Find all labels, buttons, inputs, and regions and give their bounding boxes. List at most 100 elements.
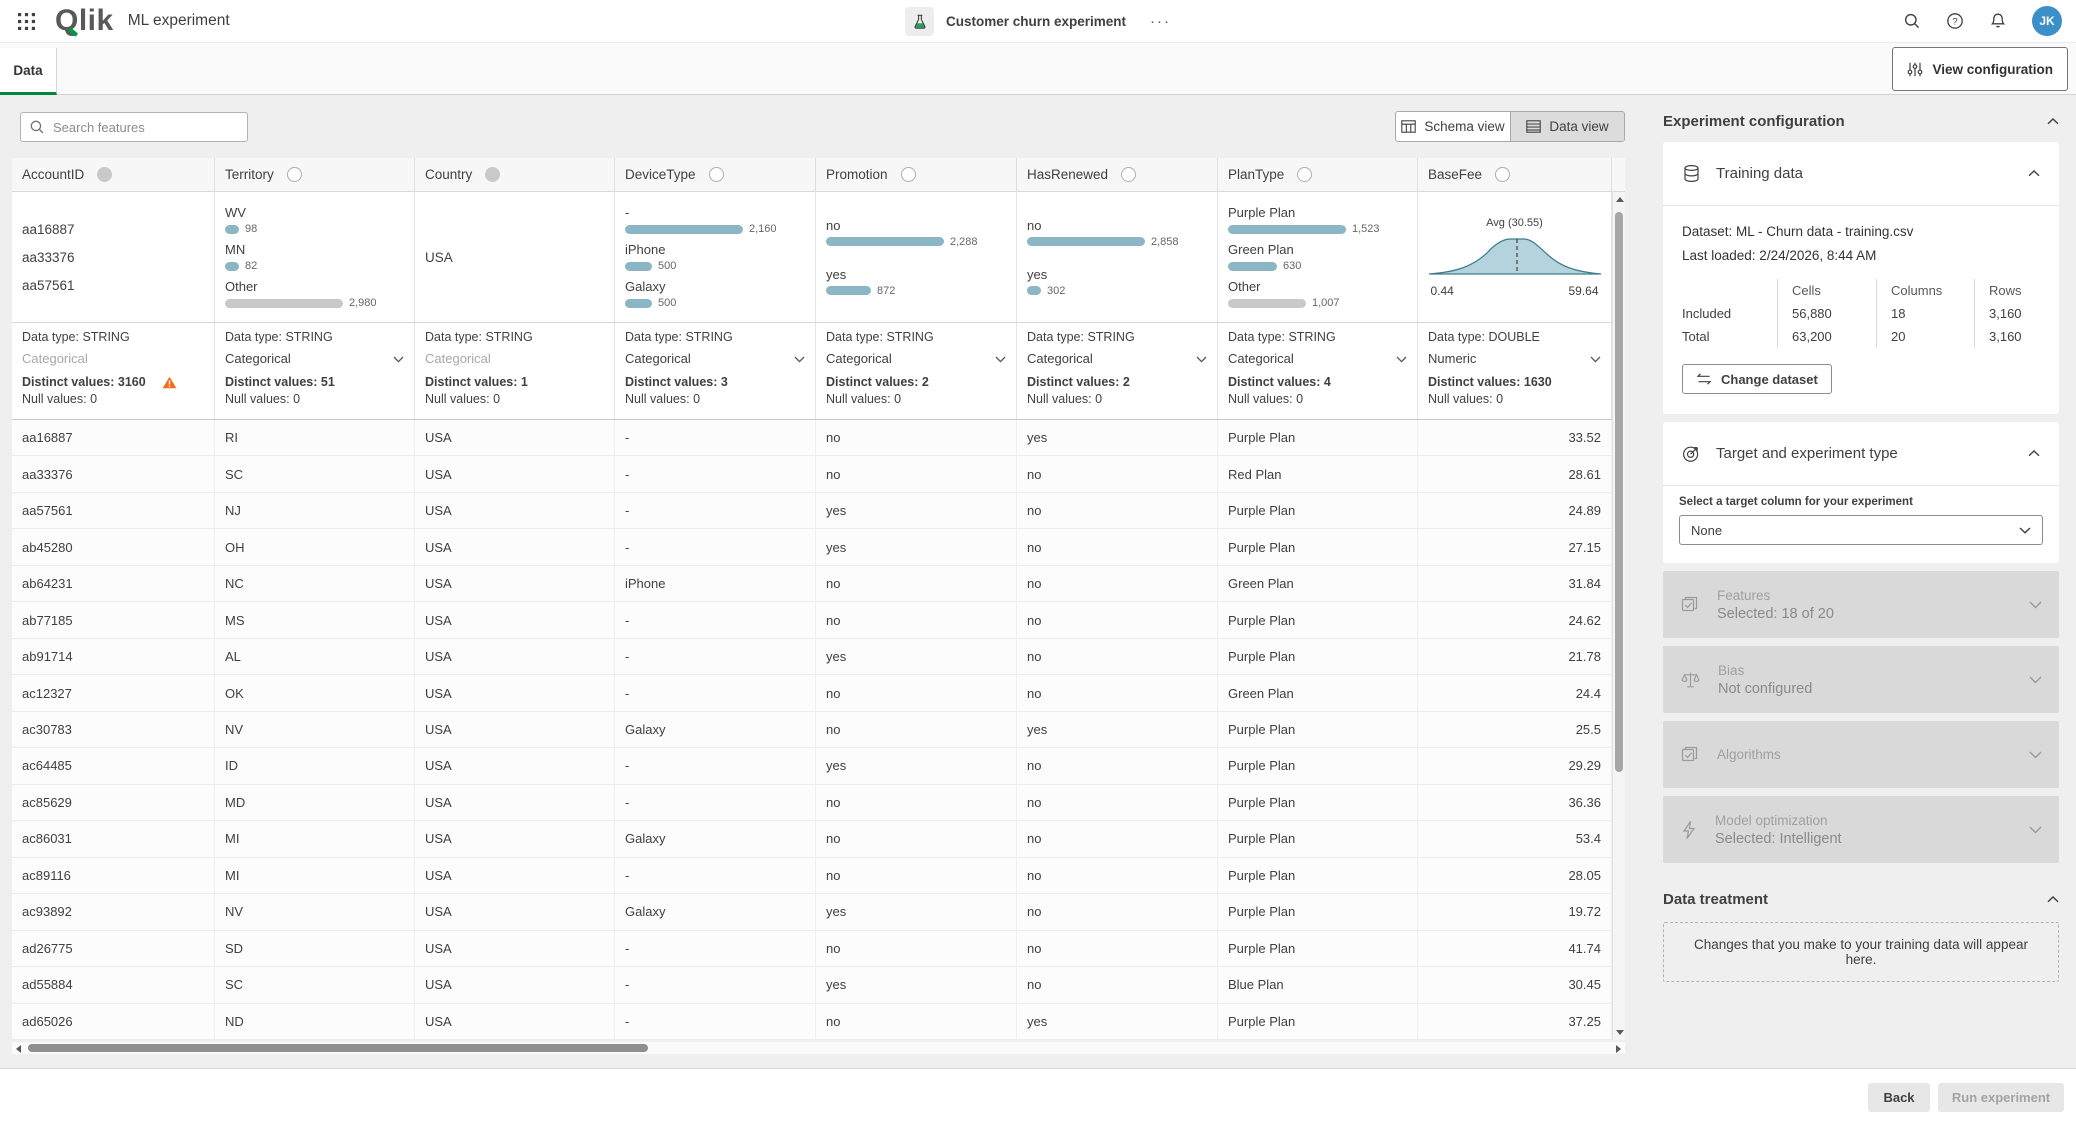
sliders-icon — [1907, 62, 1923, 77]
target-radio-hasrenewed[interactable] — [1121, 167, 1136, 182]
table-cell: 33.52 — [1418, 420, 1612, 455]
column-header-country[interactable]: Country — [415, 158, 615, 191]
table-cell: MI — [215, 858, 415, 893]
vertical-scrollbar-thumb[interactable] — [1615, 212, 1623, 772]
table-cell: - — [615, 785, 816, 820]
tab-strip: Data View configuration — [0, 43, 2076, 95]
table-cell: no — [816, 456, 1017, 491]
chevron-up-icon[interactable] — [2028, 450, 2040, 457]
target-radio-territory[interactable] — [287, 167, 302, 182]
scroll-right-arrow[interactable] — [1616, 1045, 1621, 1053]
table-cell: 21.78 — [1418, 639, 1612, 674]
summary-bar — [1228, 225, 1346, 234]
summary-bar-item: no2,858 — [1027, 218, 1207, 248]
schema-view-button[interactable]: Schema view — [1396, 112, 1510, 141]
summary-bar-item: yes872 — [826, 267, 1006, 297]
chevron-up-icon[interactable] — [2047, 896, 2059, 903]
category-select-basefee[interactable]: Numeric — [1428, 351, 1601, 366]
table-cell: yes — [816, 493, 1017, 528]
target-radio-basefee[interactable] — [1495, 167, 1510, 182]
table-row: ad55884SCUSA-yesnoBlue Plan30.45 — [12, 967, 1625, 1003]
experiment-title-group: Customer churn experiment ··· — [905, 0, 1171, 43]
change-dataset-button[interactable]: Change dataset — [1682, 364, 1832, 394]
scroll-left-arrow[interactable] — [16, 1045, 21, 1053]
target-card-header[interactable]: Target and experiment type — [1663, 422, 2059, 486]
table-cell: OK — [215, 675, 415, 710]
category-value: Categorical — [22, 351, 88, 366]
column-type-hasrenewed: Data type: STRINGCategoricalDistinct val… — [1017, 323, 1218, 419]
category-select-promotion[interactable]: Categorical — [826, 351, 1006, 366]
target-radio-devicetype[interactable] — [709, 167, 724, 182]
category-select-hasrenewed[interactable]: Categorical — [1027, 351, 1207, 366]
dataset-name: Dataset: ML - Churn data - training.csv — [1682, 220, 2040, 244]
category-value: Categorical — [625, 351, 691, 366]
column-header-territory[interactable]: Territory — [215, 158, 415, 191]
training-data-header[interactable]: Training data — [1663, 142, 2059, 206]
table-cell: 25.5 — [1418, 712, 1612, 747]
data-treatment-placeholder: Changes that you make to your training d… — [1663, 922, 2059, 982]
column-header-hasrenewed[interactable]: HasRenewed — [1017, 158, 1218, 191]
summary-text-value: USA — [425, 250, 604, 265]
back-button[interactable]: Back — [1868, 1083, 1930, 1112]
table-cell: Purple Plan — [1218, 894, 1418, 929]
category-select-devicetype[interactable]: Categorical — [625, 351, 805, 366]
horizontal-scrollbar-thumb[interactable] — [28, 1044, 648, 1052]
table-cell: Purple Plan — [1218, 529, 1418, 564]
column-header-promotion[interactable]: Promotion — [816, 158, 1017, 191]
data-view-button[interactable]: Data view — [1510, 112, 1624, 141]
summary-bar — [1228, 299, 1306, 308]
summary-bar — [1027, 237, 1145, 246]
table-cell: iPhone — [615, 566, 816, 601]
column-header-basefee[interactable]: BaseFee — [1418, 158, 1612, 191]
search-icon[interactable] — [1903, 12, 1921, 30]
stats-col-header: Rows — [1974, 279, 2040, 302]
help-icon[interactable]: ? — [1946, 12, 1964, 30]
vertical-scrollbar[interactable] — [1612, 192, 1625, 1040]
tab-data[interactable]: Data — [0, 48, 57, 95]
search-features-input[interactable] — [45, 120, 247, 135]
scroll-down-arrow[interactable] — [1616, 1030, 1624, 1035]
scroll-up-arrow[interactable] — [1616, 197, 1624, 202]
summary-bar-label: Galaxy — [625, 279, 805, 294]
table-cell: yes — [1017, 1004, 1218, 1039]
column-header-accountid[interactable]: AccountID — [12, 158, 215, 191]
column-header-plantype[interactable]: PlanType — [1218, 158, 1418, 191]
notifications-bell-icon[interactable] — [1989, 12, 2007, 30]
column-header-devicetype[interactable]: DeviceType — [615, 158, 816, 191]
table-cell: USA — [415, 566, 615, 601]
column-type-promotion: Data type: STRINGCategoricalDistinct val… — [816, 323, 1017, 419]
table-cell: aa33376 — [12, 456, 215, 491]
target-radio-plantype[interactable] — [1297, 167, 1312, 182]
summary-bar-label: Other — [225, 279, 404, 294]
table-cell: no — [1017, 639, 1218, 674]
chevron-up-icon[interactable] — [2047, 118, 2059, 125]
card-title: Target and experiment type — [1716, 445, 1898, 462]
chevron-up-icon[interactable] — [2028, 170, 2040, 177]
user-avatar[interactable]: JK — [2032, 6, 2062, 36]
category-select-territory[interactable]: Categorical — [225, 351, 404, 366]
table-cell: 28.05 — [1418, 858, 1612, 893]
table-cell: - — [615, 967, 816, 1002]
table-row: ac30783NVUSAGalaxynoyesPurple Plan25.5 — [12, 712, 1625, 748]
table-cell: 41.74 — [1418, 931, 1612, 966]
column-name-label: DeviceType — [625, 167, 696, 182]
view-configuration-button[interactable]: View configuration — [1892, 47, 2068, 91]
category-select-plantype[interactable]: Categorical — [1228, 351, 1407, 366]
summary-bar-item: iPhone500 — [625, 242, 805, 272]
table-row: ab91714ALUSA-yesnoPurple Plan21.78 — [12, 639, 1625, 675]
target-radio-promotion[interactable] — [901, 167, 916, 182]
data-type-label: Data type: STRING — [625, 330, 805, 344]
horizontal-scrollbar[interactable] — [12, 1042, 1625, 1054]
summary-bar-label: - — [625, 205, 805, 220]
null-values-label: Null values: 0 — [22, 392, 204, 406]
qlik-logo[interactable]: Qlik — [55, 6, 114, 36]
table-cell: USA — [415, 420, 615, 455]
table-row: ac64485IDUSA-yesnoPurple Plan29.29 — [12, 748, 1625, 784]
app-title: ML experiment — [128, 12, 230, 30]
feature-table: AccountIDTerritoryCountry DeviceType Promo… — [12, 158, 1625, 1040]
app-launcher-icon[interactable] — [18, 13, 35, 30]
card-title: Features — [1717, 588, 1834, 603]
experiment-overflow-menu[interactable]: ··· — [1150, 13, 1171, 30]
target-column-select[interactable]: None — [1679, 515, 2043, 545]
schema-view-icon — [1401, 120, 1416, 133]
